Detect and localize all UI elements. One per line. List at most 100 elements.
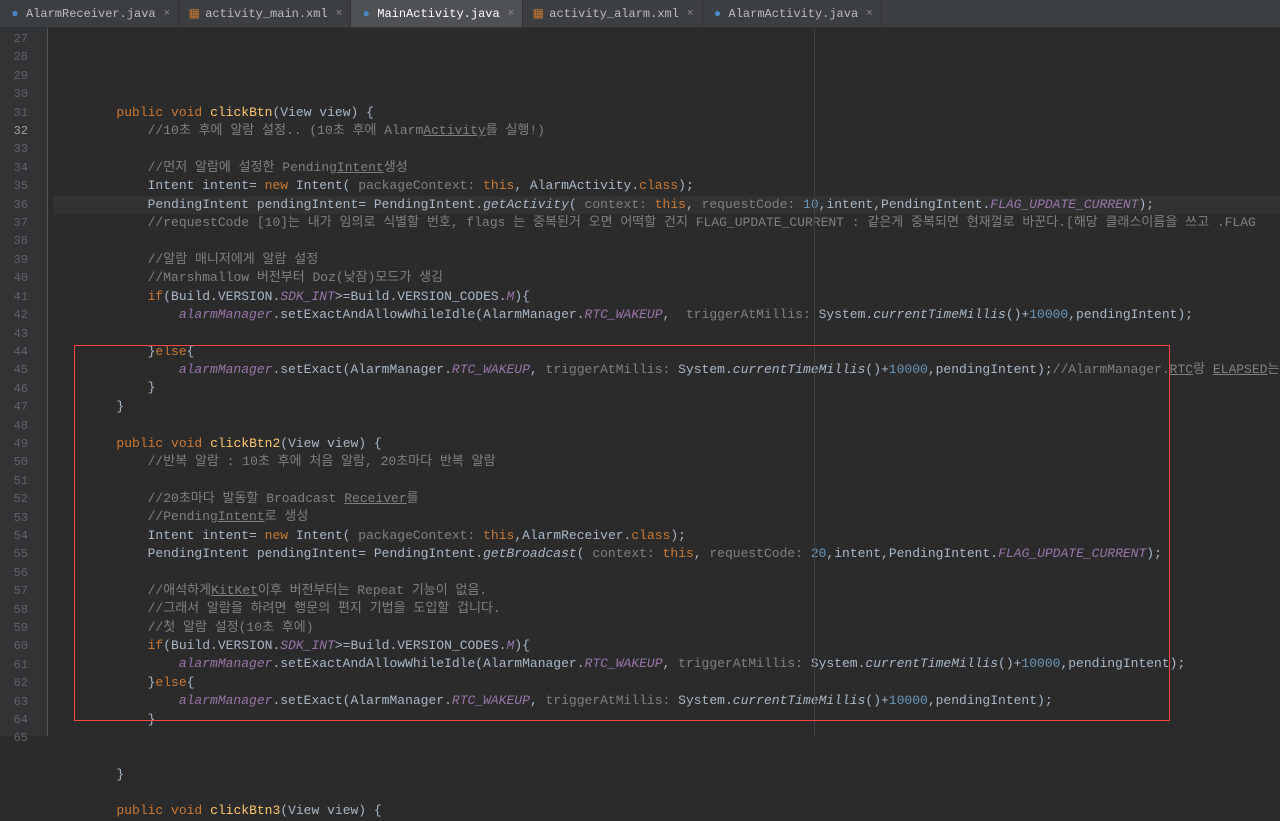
code-line[interactable]: public void clickBtn(View view) { bbox=[54, 104, 1280, 122]
code-line[interactable]: alarmManager.setExact(AlarmManager.RTC_W… bbox=[54, 692, 1280, 710]
code-line[interactable]: //애석하게KitKet이후 버전부터는 Repeat 기능이 없음. bbox=[54, 582, 1280, 600]
code-line[interactable] bbox=[54, 232, 1280, 250]
line-number[interactable]: 55 bbox=[0, 545, 28, 563]
line-number[interactable]: 42 bbox=[0, 306, 28, 324]
code-line[interactable] bbox=[54, 563, 1280, 581]
xml-file-icon: ▦ bbox=[531, 7, 545, 21]
line-number[interactable]: 45 bbox=[0, 361, 28, 379]
close-icon[interactable]: × bbox=[687, 8, 694, 20]
code-line[interactable]: //10초 후에 알람 설정.. (10초 후에 AlarmActivity를 … bbox=[54, 122, 1280, 140]
code-line[interactable] bbox=[54, 416, 1280, 434]
code-line[interactable]: //20초마다 발동할 Broadcast Receiver를 bbox=[54, 490, 1280, 508]
line-number[interactable]: 63 bbox=[0, 693, 28, 711]
line-gutter: 2728293031323334353637383940414243444546… bbox=[0, 28, 34, 736]
tab-activity_main-xml[interactable]: ▦activity_main.xml× bbox=[179, 0, 351, 27]
code-line[interactable] bbox=[54, 140, 1280, 158]
line-number[interactable]: 31 bbox=[0, 104, 28, 122]
line-number[interactable]: 49 bbox=[0, 435, 28, 453]
tab-AlarmReceiver-java[interactable]: ●AlarmReceiver.java× bbox=[0, 0, 179, 27]
code-line[interactable]: PendingIntent pendingIntent= PendingInte… bbox=[54, 545, 1280, 563]
line-number[interactable]: 43 bbox=[0, 325, 28, 343]
line-number[interactable]: 34 bbox=[0, 159, 28, 177]
close-icon[interactable]: × bbox=[164, 8, 171, 20]
code-line[interactable] bbox=[54, 729, 1280, 747]
tab-label: activity_main.xml bbox=[205, 7, 327, 21]
line-number[interactable]: 61 bbox=[0, 656, 28, 674]
line-number[interactable]: 56 bbox=[0, 564, 28, 582]
line-number[interactable]: 62 bbox=[0, 674, 28, 692]
code-line[interactable]: alarmManager.setExactAndAllowWhileIdle(A… bbox=[54, 655, 1280, 673]
tab-MainActivity-java[interactable]: ●MainActivity.java× bbox=[351, 0, 523, 27]
fold-gutter[interactable] bbox=[34, 28, 48, 736]
code-line[interactable]: //알람 매니저에게 알람 설정 bbox=[54, 251, 1280, 269]
java-file-icon: ● bbox=[711, 7, 725, 21]
line-number[interactable]: 38 bbox=[0, 232, 28, 250]
code-line[interactable]: //반복 알람 : 10초 후에 처음 알람, 20초마다 반복 알람 bbox=[54, 453, 1280, 471]
line-number[interactable]: 46 bbox=[0, 380, 28, 398]
editor-tabs: ●AlarmReceiver.java×▦activity_main.xml×●… bbox=[0, 0, 1280, 28]
line-number[interactable]: 54 bbox=[0, 527, 28, 545]
code-line[interactable]: //requestCode [10]는 내가 임의로 식별할 번호, flags… bbox=[54, 214, 1280, 232]
code-line[interactable]: if(Build.VERSION.SDK_INT>=Build.VERSION_… bbox=[54, 288, 1280, 306]
code-line[interactable]: PendingIntent pendingIntent= PendingInte… bbox=[54, 196, 1280, 214]
code-line[interactable]: Intent intent= new Intent( packageContex… bbox=[54, 177, 1280, 195]
right-margin bbox=[814, 28, 815, 736]
code-line[interactable]: } bbox=[54, 766, 1280, 784]
code-line[interactable]: //PendingIntent로 생성 bbox=[54, 508, 1280, 526]
code-line[interactable]: alarmManager.setExact(AlarmManager.RTC_W… bbox=[54, 361, 1280, 379]
line-number[interactable]: 47 bbox=[0, 398, 28, 416]
line-number[interactable]: 32 bbox=[0, 122, 28, 140]
code-editor[interactable]: 2728293031323334353637383940414243444546… bbox=[0, 28, 1280, 736]
line-number[interactable]: 57 bbox=[0, 582, 28, 600]
line-number[interactable]: 48 bbox=[0, 417, 28, 435]
close-icon[interactable]: × bbox=[508, 8, 515, 20]
code-line[interactable]: }else{ bbox=[54, 343, 1280, 361]
code-line[interactable]: //먼저 알람에 설정한 PendingIntent생성 bbox=[54, 159, 1280, 177]
line-number[interactable]: 58 bbox=[0, 601, 28, 619]
code-line[interactable]: if(Build.VERSION.SDK_INT>=Build.VERSION_… bbox=[54, 637, 1280, 655]
code-line[interactable] bbox=[54, 471, 1280, 489]
code-line[interactable]: } bbox=[54, 711, 1280, 729]
code-area[interactable]: public void clickBtn(View view) { //10초 … bbox=[48, 28, 1280, 736]
line-number[interactable]: 29 bbox=[0, 67, 28, 85]
line-number[interactable]: 35 bbox=[0, 177, 28, 195]
code-line[interactable]: //그래서 알람을 하려면 행문의 편지 기법을 도입할 겁니다. bbox=[54, 600, 1280, 618]
code-line[interactable]: public void clickBtn2(View view) { bbox=[54, 435, 1280, 453]
java-file-icon: ● bbox=[8, 7, 22, 21]
code-line[interactable]: //Marshmallow 버전부터 Doz(낮잠)모드가 생김 bbox=[54, 269, 1280, 287]
line-number[interactable]: 30 bbox=[0, 85, 28, 103]
code-line[interactable] bbox=[54, 784, 1280, 802]
close-icon[interactable]: × bbox=[866, 8, 873, 20]
line-number[interactable]: 65 bbox=[0, 729, 28, 747]
code-line[interactable]: }else{ bbox=[54, 674, 1280, 692]
tab-AlarmActivity-java[interactable]: ●AlarmActivity.java× bbox=[703, 0, 882, 27]
code-line[interactable]: alarmManager.setExactAndAllowWhileIdle(A… bbox=[54, 306, 1280, 324]
line-number[interactable]: 37 bbox=[0, 214, 28, 232]
code-line[interactable]: Intent intent= new Intent( packageContex… bbox=[54, 527, 1280, 545]
line-number[interactable]: 41 bbox=[0, 288, 28, 306]
line-number[interactable]: 28 bbox=[0, 48, 28, 66]
line-number[interactable]: 39 bbox=[0, 251, 28, 269]
code-line[interactable]: //첫 알람 설정(10초 후에) bbox=[54, 619, 1280, 637]
line-number[interactable]: 27 bbox=[0, 30, 28, 48]
line-number[interactable]: 40 bbox=[0, 269, 28, 287]
tab-activity_alarm-xml[interactable]: ▦ activity_alarm.xml × bbox=[523, 0, 702, 27]
line-number[interactable]: 64 bbox=[0, 711, 28, 729]
line-number[interactable]: 50 bbox=[0, 453, 28, 471]
line-number[interactable]: 52 bbox=[0, 490, 28, 508]
java-file-icon: ● bbox=[359, 7, 373, 21]
line-number[interactable]: 33 bbox=[0, 140, 28, 158]
line-number[interactable]: 59 bbox=[0, 619, 28, 637]
code-line[interactable] bbox=[54, 324, 1280, 342]
code-line[interactable] bbox=[54, 747, 1280, 765]
line-number[interactable]: 60 bbox=[0, 637, 28, 655]
code-line[interactable]: } bbox=[54, 379, 1280, 397]
line-number[interactable]: 44 bbox=[0, 343, 28, 361]
code-line[interactable]: public void clickBtn3(View view) { bbox=[54, 802, 1280, 820]
tab-label: activity_alarm.xml bbox=[549, 7, 679, 21]
code-line[interactable]: } bbox=[54, 398, 1280, 416]
line-number[interactable]: 51 bbox=[0, 472, 28, 490]
close-icon[interactable]: × bbox=[336, 8, 343, 20]
line-number[interactable]: 53 bbox=[0, 509, 28, 527]
line-number[interactable]: 36 bbox=[0, 196, 28, 214]
